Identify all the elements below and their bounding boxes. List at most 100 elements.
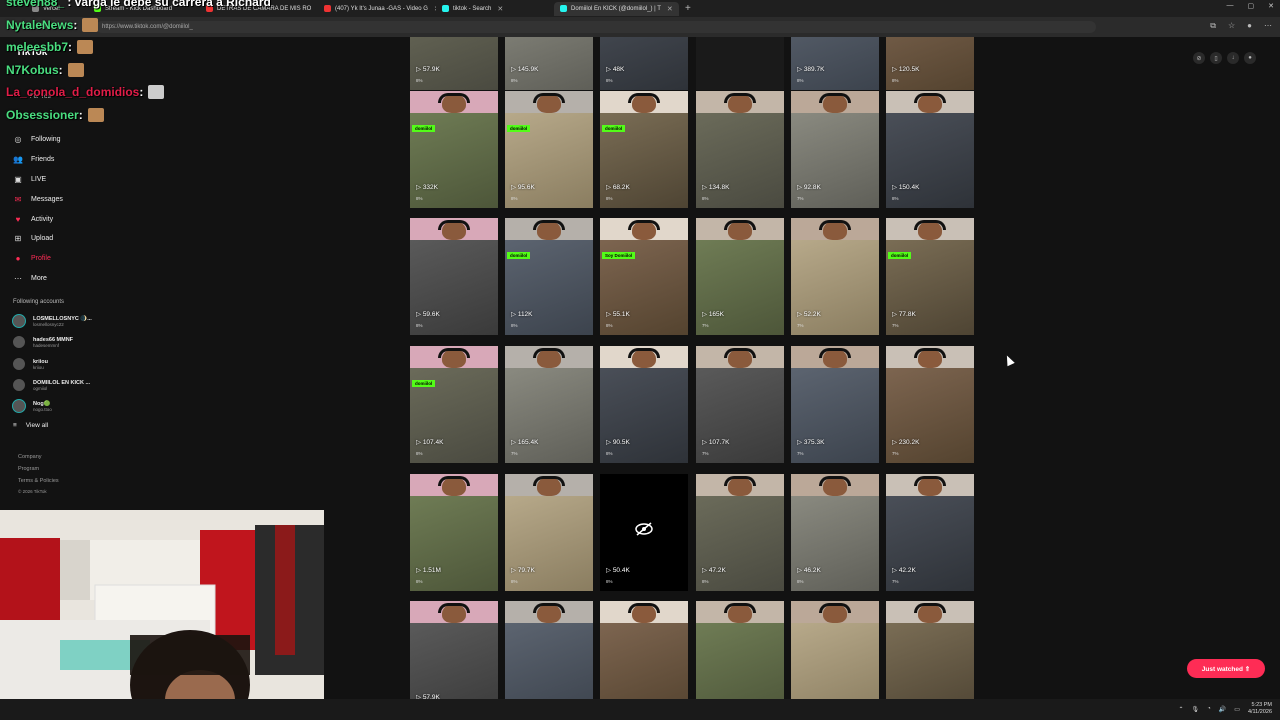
close-tab-icon[interactable]: ✕	[497, 5, 503, 13]
browser-tab[interactable]: (407) Yk It's Junaa -GAS - Video G✕	[318, 2, 436, 16]
sidebar-item-friends[interactable]: 👥 Friends	[12, 150, 63, 170]
close-tab-icon[interactable]: ✕	[667, 5, 673, 13]
account-item[interactable]: Nog🟢 nogo.ttoo	[12, 399, 52, 413]
close-window-icon[interactable]: ✕	[1268, 2, 1274, 10]
sidebar-nav: ◎ Following 👥 Friends ▣ LIVE ✉ Messages ♥ Act…	[12, 130, 63, 288]
video-tile[interactable]: ▷ 165K 7%	[696, 218, 784, 335]
video-tile[interactable]: domiilol ▷ 68.2K 8%	[600, 91, 688, 208]
play-icon: ▷	[416, 567, 423, 574]
video-tile[interactable]: ▷ 47.2K 8%	[696, 474, 784, 591]
gameplay-thumbnail	[791, 240, 879, 335]
video-tile[interactable]: ▷ 120.5K 8%	[886, 37, 974, 90]
headphones-icon	[819, 93, 851, 103]
view-count-value: 79.7K	[517, 567, 535, 574]
maximize-icon[interactable]: ▢	[1248, 2, 1255, 10]
video-tile[interactable]	[791, 601, 879, 699]
video-tile[interactable]: ▷ 230.2K 7%	[886, 346, 974, 463]
user-avatar-icon[interactable]: ●	[1244, 52, 1256, 64]
download-icon[interactable]: ↓	[1227, 52, 1239, 64]
video-tile[interactable]: ▷ 42.2K 7%	[886, 474, 974, 591]
video-tile[interactable]	[696, 601, 784, 699]
video-tile[interactable]: ▷ 46.2K 8%	[791, 474, 879, 591]
video-tile[interactable]	[696, 37, 784, 90]
video-tile[interactable]: ▷ 52.2K 7%	[791, 218, 879, 335]
sidebar-item-more[interactable]: ⋯ More	[12, 269, 63, 289]
sidebar-item-upload[interactable]: ⊞ Upload	[12, 229, 63, 249]
gameplay-thumbnail	[505, 496, 593, 591]
video-tile[interactable]: ▷ 1.51M 8%	[410, 474, 498, 591]
phone-icon[interactable]: ▯	[1210, 52, 1222, 64]
video-tile[interactable]: domiilol ▷ 332K 8%	[410, 91, 498, 208]
avatar	[12, 357, 26, 371]
account-item[interactable]: LOSMELLOSNYC 🌒... losmellosnyc22	[12, 314, 92, 328]
headphones-icon	[628, 93, 660, 103]
account-item[interactable]: DOMIILOL EN KICK ... ogmiiol	[12, 378, 90, 392]
video-tile[interactable]: ▷ 50.4K 8%	[600, 474, 688, 591]
battery-icon[interactable]: ▭	[1234, 706, 1240, 713]
extensions-icon[interactable]: ⧉	[1210, 21, 1216, 31]
video-tile[interactable]: ▷ 57.9K8%	[410, 37, 498, 90]
sidebar-item-activity[interactable]: ♥ Activity	[12, 209, 63, 229]
share-icon[interactable]: ⊘	[1193, 52, 1205, 64]
browser-tab-active[interactable]: Domiilol En KICK (@domiilol_) | T ✕	[554, 1, 679, 16]
more-icon: ⋯	[14, 273, 22, 283]
video-tile[interactable]: ▷ 389.7K 8%	[791, 37, 879, 90]
chevron-up-icon[interactable]: ⌃	[1179, 706, 1184, 713]
video-tile[interactable]	[886, 601, 974, 699]
browser-tab[interactable]: tiktok - Search ✕	[436, 2, 554, 16]
view-count: ▷ 55.1K	[606, 310, 630, 318]
facecam-thumbnail	[505, 91, 593, 113]
headphones-icon	[438, 348, 470, 358]
video-tile[interactable]	[600, 601, 688, 699]
mic-icon[interactable]: 🎙	[1192, 706, 1200, 713]
footer-link-program[interactable]: Program	[18, 463, 59, 475]
video-tile[interactable]: ▷ 107.7K 7%	[696, 346, 784, 463]
view-all-link[interactable]: ≡ View all	[13, 422, 48, 429]
just-watched-button[interactable]: Just watched ⇑	[1187, 659, 1265, 678]
sidebar-item-profile[interactable]: ● Profile	[12, 249, 63, 269]
chat-message: NytaleNews:	[6, 18, 99, 32]
video-tile[interactable]: domiilol ▷ 107.4K 8%	[410, 346, 498, 463]
video-tile[interactable]: ▷ 57.9K8%	[410, 601, 498, 699]
sidebar-item-messages[interactable]: ✉ Messages	[12, 189, 63, 209]
account-item[interactable]: kriiou kriiou	[12, 357, 48, 371]
menu-icon[interactable]: ⋯	[1264, 21, 1272, 31]
video-tile[interactable]	[505, 601, 593, 699]
play-icon: ▷	[511, 439, 518, 446]
wifi-icon[interactable]: ◔	[1207, 706, 1211, 712]
footer-link-terms[interactable]: Terms & Policies	[18, 475, 59, 487]
play-icon: ▷	[797, 311, 804, 318]
video-tile[interactable]: ▷ 48K 8%	[600, 37, 688, 90]
video-tile[interactable]: ▷ 150.4K 8%	[886, 91, 974, 208]
headphones-icon	[914, 348, 946, 358]
footer-link-company[interactable]: Company	[18, 451, 59, 463]
video-tile[interactable]: ▷ 134.8K 8%	[696, 91, 784, 208]
profile-avatar-icon[interactable]: ●	[1247, 21, 1252, 31]
view-count: ▷ 150.4K	[892, 183, 919, 191]
video-tile[interactable]: ▷ 59.6K 8%	[410, 218, 498, 335]
video-tile[interactable]: domiilol ▷ 95.6K 8%	[505, 91, 593, 208]
video-tile[interactable]: ▷ 145.9K 8%	[505, 37, 593, 90]
copyright-text: © 2026 TikTok	[18, 489, 47, 494]
video-tile[interactable]: ▷ 79.7K 8%	[505, 474, 593, 591]
sidebar-item-live[interactable]: ▣ LIVE	[12, 170, 63, 190]
sidebar-item-following[interactable]: ◎ Following	[12, 130, 63, 150]
play-icon: ▷	[797, 439, 804, 446]
video-tile[interactable]: ▷ 375.3K 7%	[791, 346, 879, 463]
video-tile[interactable]: ▷ 165.4K 7%	[505, 346, 593, 463]
video-tile[interactable]: domiilol ▷ 112K 8%	[505, 218, 593, 335]
account-item[interactable]: hades66 MMNF hadesemmnf	[12, 335, 73, 349]
video-tile[interactable]: Soy Domiilol ▷ 55.1K 8%	[600, 218, 688, 335]
favorites-icon[interactable]: ☆	[1228, 21, 1235, 31]
volume-icon[interactable]: 🔊	[1219, 706, 1226, 713]
video-tile[interactable]: ▷ 92.8K 7%	[791, 91, 879, 208]
video-tile[interactable]: ▷ 90.5K 8%	[600, 346, 688, 463]
clock[interactable]: 5:23 PM 4/11/2026	[1248, 702, 1272, 716]
video-tile[interactable]: domiilol ▷ 77.8K 7%	[886, 218, 974, 335]
minimize-icon[interactable]: —	[1227, 2, 1234, 10]
view-count: ▷ 120.5K	[892, 65, 919, 73]
video-stat: 8%	[606, 78, 613, 83]
gameplay-thumbnail	[600, 623, 688, 699]
play-icon: ▷	[416, 439, 423, 446]
new-tab-icon[interactable]: +	[685, 3, 691, 14]
